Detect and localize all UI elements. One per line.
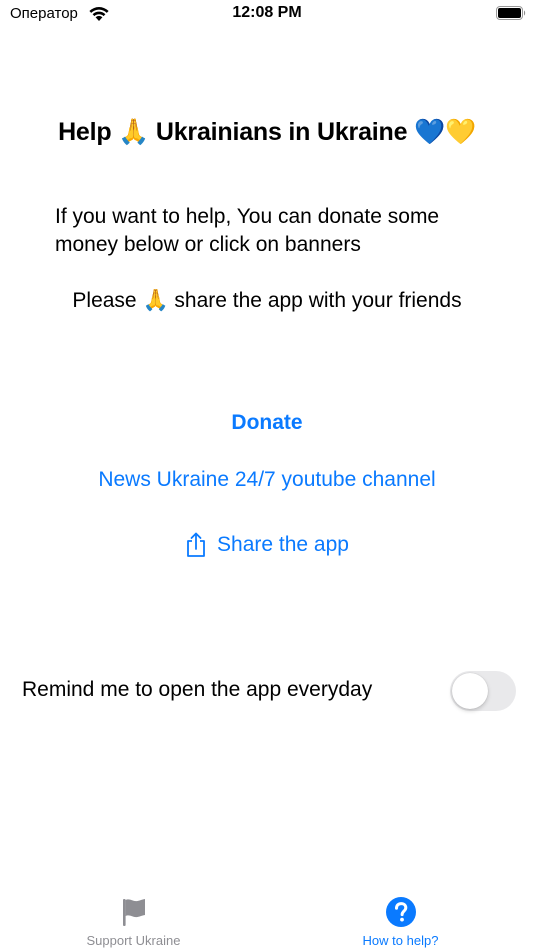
screen: Оператор 12:08 PM Help 🙏 Ukrainians in U… — [0, 0, 534, 950]
reminder-label: Remind me to open the app everyday — [22, 678, 373, 701]
tab-label: Support Ukraine — [86, 933, 181, 948]
share-icon — [187, 532, 205, 557]
tab-bar: Support Ukraine How to help? — [0, 882, 534, 950]
question-mark-icon — [385, 897, 416, 927]
status-bar: Оператор 12:08 PM — [0, 0, 534, 28]
flag-icon — [122, 899, 145, 926]
share-hint-text: Please 🙏 share the app with your friends — [72, 289, 462, 312]
battery-icon — [496, 6, 526, 20]
donate-button[interactable]: Donate — [0, 411, 534, 435]
share-app-button[interactable]: Share the app — [0, 532, 534, 558]
tab-how-to-help[interactable]: How to help? — [267, 882, 534, 950]
clock: 12:08 PM — [232, 4, 302, 21]
toggle-knob — [452, 673, 488, 709]
page-title: Help 🙏 Ukrainians in Ukraine 💙💛 — [58, 118, 476, 146]
news-channel-link[interactable]: News Ukraine 24/7 youtube channel — [0, 468, 534, 492]
reminder-toggle[interactable] — [450, 671, 516, 711]
tab-label: How to help? — [362, 933, 439, 948]
intro-text: If you want to help, You can donate some… — [55, 205, 440, 256]
share-app-label: Share the app — [217, 533, 349, 556]
tab-support-ukraine[interactable]: Support Ukraine — [0, 882, 267, 950]
